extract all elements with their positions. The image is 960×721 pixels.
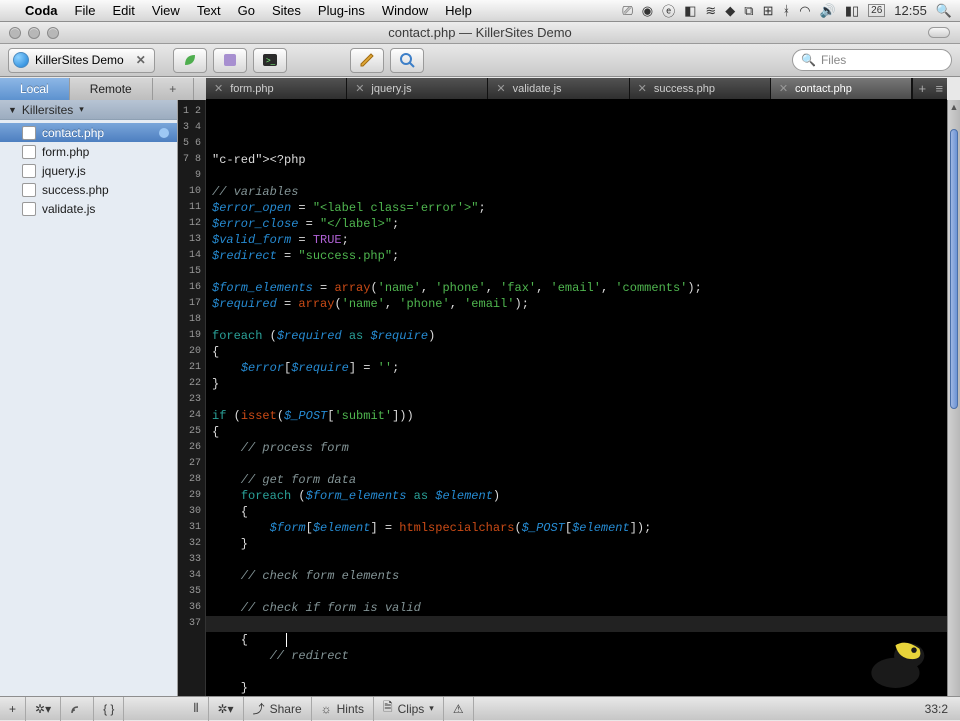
calendar-icon[interactable]: 26 (868, 4, 885, 17)
dropbox-icon[interactable]: ⧉ (744, 3, 753, 19)
status-icon[interactable]: ◧ (684, 3, 696, 19)
macos-menubar: Coda File Edit View Text Go Sites Plug-i… (0, 0, 960, 22)
preview-button[interactable] (390, 48, 424, 73)
window-title: contact.php — KillerSites Demo (0, 25, 960, 40)
menu-help[interactable]: Help (445, 3, 472, 18)
vertical-scrollbar[interactable]: ▲ (947, 100, 960, 696)
status-icon[interactable]: ⓔ (662, 1, 675, 20)
search-icon: 🔍 (801, 53, 816, 67)
menu-edit[interactable]: Edit (112, 3, 134, 18)
cursor-position: 33:2 (913, 702, 960, 716)
window-titlebar: contact.php — KillerSites Demo (0, 22, 960, 44)
coda-frog-logo (857, 635, 927, 690)
symbol-button[interactable]: { } (94, 697, 124, 721)
file-icon (22, 145, 36, 159)
search-input[interactable]: 🔍 Files (792, 49, 952, 71)
search-placeholder: Files (821, 53, 846, 67)
line-gutter: 1 2 3 4 5 6 7 8 9 10 11 12 13 14 15 16 1… (178, 100, 206, 696)
hints-button[interactable]: ☼ Hints (312, 697, 374, 721)
file-icon (22, 202, 36, 216)
file-item[interactable]: validate.js (0, 199, 177, 218)
status-bar: + ✲▾ { } ⫴ ✲▾ ⤴Share ☼Hints 🗎Clips▾ ⚠ 33… (0, 696, 960, 720)
clips-icon: 🗎 (383, 698, 393, 719)
file-icon (22, 126, 36, 140)
file-item[interactable]: form.php (0, 142, 177, 161)
terminal-icon: >_ (261, 51, 279, 69)
file-item[interactable]: jquery.js (0, 161, 177, 180)
leaf-icon (181, 51, 199, 69)
status-icon[interactable]: ◆ (725, 3, 735, 19)
clips-button[interactable]: 🗎Clips▾ (374, 697, 444, 721)
code-area[interactable]: "c-red"><?php // variables$error_open = … (206, 100, 947, 696)
edit-button[interactable] (350, 48, 384, 73)
sidebar-root[interactable]: ▼ Killersites ▾ (0, 100, 177, 120)
menu-view[interactable]: View (152, 3, 180, 18)
split-button[interactable]: ⫴ (184, 697, 208, 721)
menu-text[interactable]: Text (197, 3, 221, 18)
app-name[interactable]: Coda (25, 3, 58, 18)
add-button[interactable]: + (0, 697, 26, 721)
share-icon: ⤴ (253, 700, 265, 717)
site-icon (13, 52, 29, 68)
publish-button[interactable] (61, 697, 94, 721)
clips-label: Clips (398, 702, 425, 716)
root-label: Killersites (22, 103, 73, 117)
toolbar: KillerSites Demo ✕ >_ 🔍 Files (0, 44, 960, 77)
bluetooth-icon[interactable]: ᚼ (782, 3, 790, 18)
site-close-icon[interactable]: ✕ (136, 53, 146, 67)
file-item[interactable]: success.php (0, 180, 177, 199)
menu-window[interactable]: Window (382, 3, 428, 18)
status-icon[interactable]: ◉ (642, 3, 653, 19)
toolbar-toggle-button[interactable] (928, 27, 950, 38)
menubar-status-area: ⎚ ◉ ⓔ ◧ ≋ ◆ ⧉ ⊞ ᚼ ◠ 🔊 ▮▯ 26 12:55 🔍 (622, 1, 952, 20)
volume-icon[interactable]: 🔊 (820, 3, 836, 19)
scroll-up-icon[interactable]: ▲ (948, 100, 960, 114)
clock[interactable]: 12:55 (894, 3, 927, 18)
svg-text:>_: >_ (266, 56, 276, 65)
battery-icon[interactable]: ▮▯ (845, 3, 859, 19)
site-back-button[interactable]: KillerSites Demo ✕ (8, 48, 155, 73)
dirty-indicator-icon (159, 128, 169, 138)
file-icon (22, 164, 36, 178)
file-sidebar: ▼ Killersites ▾ contact.phpform.phpjquer… (0, 100, 178, 696)
pencil-icon (358, 51, 376, 69)
scrollbar-thumb[interactable] (950, 129, 958, 409)
menu-sites[interactable]: Sites (272, 3, 301, 18)
mode-editor-button[interactable] (173, 48, 207, 73)
menu-file[interactable]: File (75, 3, 96, 18)
menu-go[interactable]: Go (238, 3, 255, 18)
wifi-icon[interactable]: ◠ (799, 3, 810, 19)
palette-icon (221, 51, 239, 69)
status-icon[interactable]: ⊞ (763, 3, 774, 19)
text-cursor (286, 633, 287, 647)
action-menu-button[interactable]: ✲▾ (26, 697, 61, 721)
disclosure-triangle-icon[interactable]: ▼ (8, 105, 17, 115)
status-icon[interactable]: ≋ (705, 3, 716, 19)
share-button[interactable]: ⤴ Share (244, 697, 312, 721)
hints-icon: ☼ (321, 702, 332, 716)
status-icon[interactable]: ⎚ (622, 3, 632, 19)
code-editor[interactable]: 1 2 3 4 5 6 7 8 9 10 11 12 13 14 15 16 1… (178, 100, 960, 696)
hints-label: Hints (337, 702, 364, 716)
warnings-button[interactable]: ⚠ (444, 697, 474, 721)
rss-icon (70, 703, 84, 715)
file-icon (22, 183, 36, 197)
site-name: KillerSites Demo (35, 53, 124, 67)
options-button[interactable]: ✲▾ (209, 697, 244, 721)
menu-plugins[interactable]: Plug-ins (318, 3, 365, 18)
spotlight-icon[interactable]: 🔍 (936, 3, 952, 19)
file-item[interactable]: contact.php (0, 123, 177, 142)
share-label: Share (270, 702, 302, 716)
mode-terminal-button[interactable]: >_ (253, 48, 287, 73)
dropdown-icon[interactable]: ▾ (79, 104, 84, 115)
mode-css-button[interactable] (213, 48, 247, 73)
warning-icon: ⚠ (453, 702, 464, 716)
file-list: contact.phpform.phpjquery.jssuccess.phpv… (0, 120, 177, 221)
magnifier-icon (398, 51, 416, 69)
